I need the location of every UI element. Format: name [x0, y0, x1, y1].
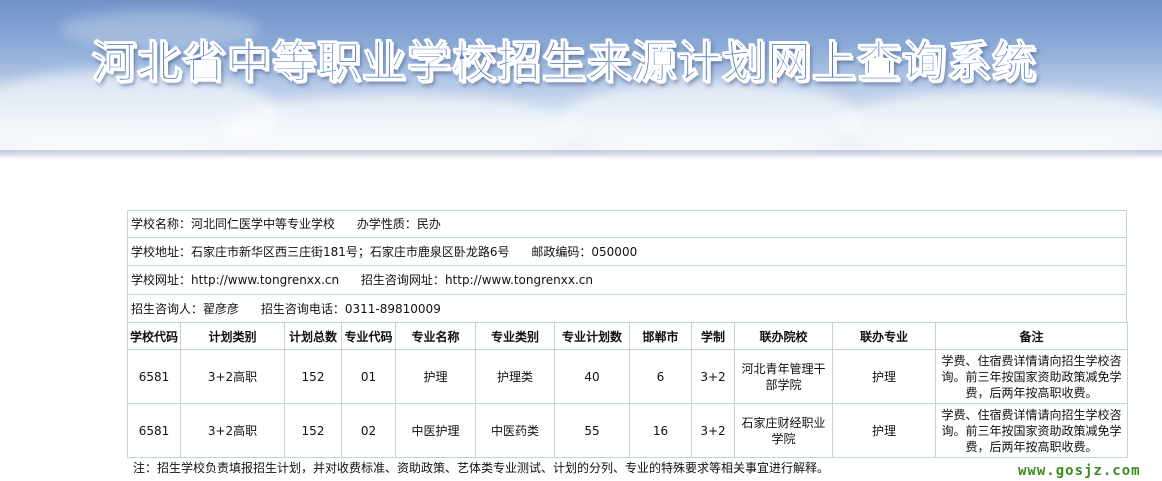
table-row: 6581 3+2高职 152 02 中医护理 中医药类 55 16 3+2 石家… [127, 403, 1128, 458]
school-address-row: 学校地址：石家庄市新华区西三庄街181号；石家庄市鹿泉区卧龙路6号 邮政编码：0… [127, 237, 1127, 265]
cell-handan-city: 6 [629, 349, 692, 404]
header-major-name: 专业名称 [395, 322, 476, 350]
cell-major-category: 护理类 [475, 349, 555, 404]
enrollment-plan-table: 学校代码 计划类别 计划总数 专业代码 专业名称 专业类别 专业计划数 邯郸市 … [127, 322, 1128, 458]
cell-major-name: 中医护理 [395, 403, 476, 458]
cell-joint-college: 石家庄财经职业学院 [734, 403, 833, 458]
cell-major-code: 01 [341, 349, 396, 404]
school-name-row: 学校名称：河北同仁医学中等专业学校 办学性质：民办 [127, 210, 1127, 237]
cell-major-category: 中医药类 [475, 403, 555, 458]
site-watermark: www.gosjz.com [1018, 463, 1141, 479]
cell-major-code: 02 [341, 403, 396, 458]
header-plan-type: 计划类别 [180, 322, 285, 350]
cell-plan-type: 3+2高职 [180, 349, 285, 404]
admission-contact: 招生咨询人：翟彦彦 [131, 302, 240, 316]
school-nature: 办学性质：民办 [356, 217, 441, 231]
cell-remarks: 学费、住宿费详情请向招生学校咨询。前三年按国家资助政策减免学费，后两年按高职收费… [935, 349, 1128, 404]
header-duration: 学制 [691, 322, 735, 350]
school-postcode: 邮政编码：050000 [531, 245, 638, 259]
cell-duration: 3+2 [691, 403, 735, 458]
header-joint-college: 联办院校 [734, 322, 833, 350]
cell-plan-total: 152 [284, 403, 342, 458]
cell-joint-major: 护理 [832, 403, 936, 458]
cell-school-code: 6581 [127, 403, 181, 458]
cell-major-name: 护理 [395, 349, 476, 404]
header-school-code: 学校代码 [127, 322, 181, 350]
cell-duration: 3+2 [691, 349, 735, 404]
table-header-row: 学校代码 计划类别 计划总数 专业代码 专业名称 专业类别 专业计划数 邯郸市 … [127, 322, 1128, 350]
cell-school-code: 6581 [127, 349, 181, 404]
cell-major-plan-count: 40 [554, 349, 630, 404]
cell-handan-city: 16 [629, 403, 692, 458]
cell-major-plan-count: 55 [554, 403, 630, 458]
cloud-decoration [220, 95, 580, 156]
cloud-decoration [560, 80, 860, 156]
cloud-decoration [840, 90, 1162, 156]
school-website-row: 学校网址：http://www.tongrenxx.cn 招生咨询网址：http… [127, 265, 1127, 294]
school-contact-row: 招生咨询人：翟彦彦 招生咨询电话：0311-89810009 [127, 294, 1127, 322]
header-major-category: 专业类别 [475, 322, 555, 350]
table-row: 6581 3+2高职 152 01 护理 护理类 40 6 3+2 河北青年管理… [127, 349, 1128, 404]
school-website: 学校网址：http://www.tongrenxx.cn [131, 273, 340, 287]
header-major-code: 专业代码 [341, 322, 396, 350]
banner-shadow [0, 150, 1162, 160]
header-banner: 河北省中等职业学校招生来源计划网上查询系统 [0, 0, 1162, 156]
cell-joint-college: 河北青年管理干部学院 [734, 349, 833, 404]
header-handan-city: 邯郸市 [629, 322, 692, 350]
header-major-plan-count: 专业计划数 [554, 322, 630, 350]
cell-joint-major: 护理 [832, 349, 936, 404]
cell-plan-total: 152 [284, 349, 342, 404]
footnote: 注：招生学校负责填报招生计划，并对收费标准、资助政策、艺体类专业测试、计划的分列… [133, 461, 830, 475]
cell-plan-type: 3+2高职 [180, 403, 285, 458]
system-title: 河北省中等职业学校招生来源计划网上查询系统 [92, 37, 1037, 89]
header-plan-total: 计划总数 [284, 322, 342, 350]
cell-remarks: 学费、住宿费详情请向招生学校咨询。前三年按国家资助政策减免学费，后两年按高职收费… [935, 403, 1128, 458]
header-joint-major: 联办专业 [832, 322, 936, 350]
header-remarks: 备注 [935, 322, 1128, 350]
admission-phone: 招生咨询电话：0311-89810009 [260, 302, 441, 316]
school-name: 学校名称：河北同仁医学中等专业学校 [131, 217, 336, 231]
school-address: 学校地址：石家庄市新华区西三庄街181号；石家庄市鹿泉区卧龙路6号 [131, 245, 510, 259]
admission-website: 招生咨询网址：http://www.tongrenxx.cn [360, 273, 594, 287]
